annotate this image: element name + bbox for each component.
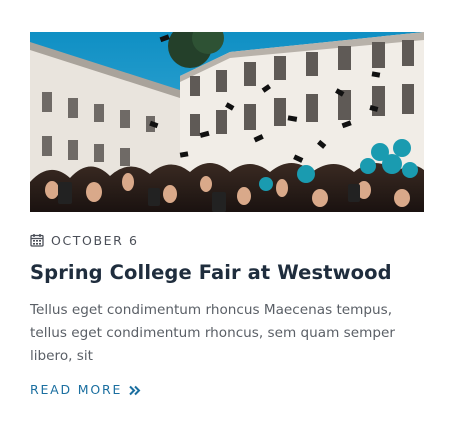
calendar-icon — [30, 233, 44, 247]
read-more-label: READ MORE — [30, 382, 123, 397]
post-excerpt: Tellus eget condimentum rhoncus Maecenas… — [30, 302, 395, 364]
post-card: OCTOBER 6 Spring College Fair at Westwoo… — [30, 32, 424, 399]
post-title[interactable]: Spring College Fair at Westwood — [30, 259, 424, 287]
post-date: OCTOBER 6 — [30, 232, 424, 248]
post-featured-image[interactable] — [30, 32, 424, 212]
post-date-text: OCTOBER 6 — [51, 232, 139, 248]
read-more-link[interactable]: READ MORE — [30, 382, 141, 397]
graduation-photo — [30, 32, 424, 212]
double-chevron-right-icon — [129, 384, 141, 396]
